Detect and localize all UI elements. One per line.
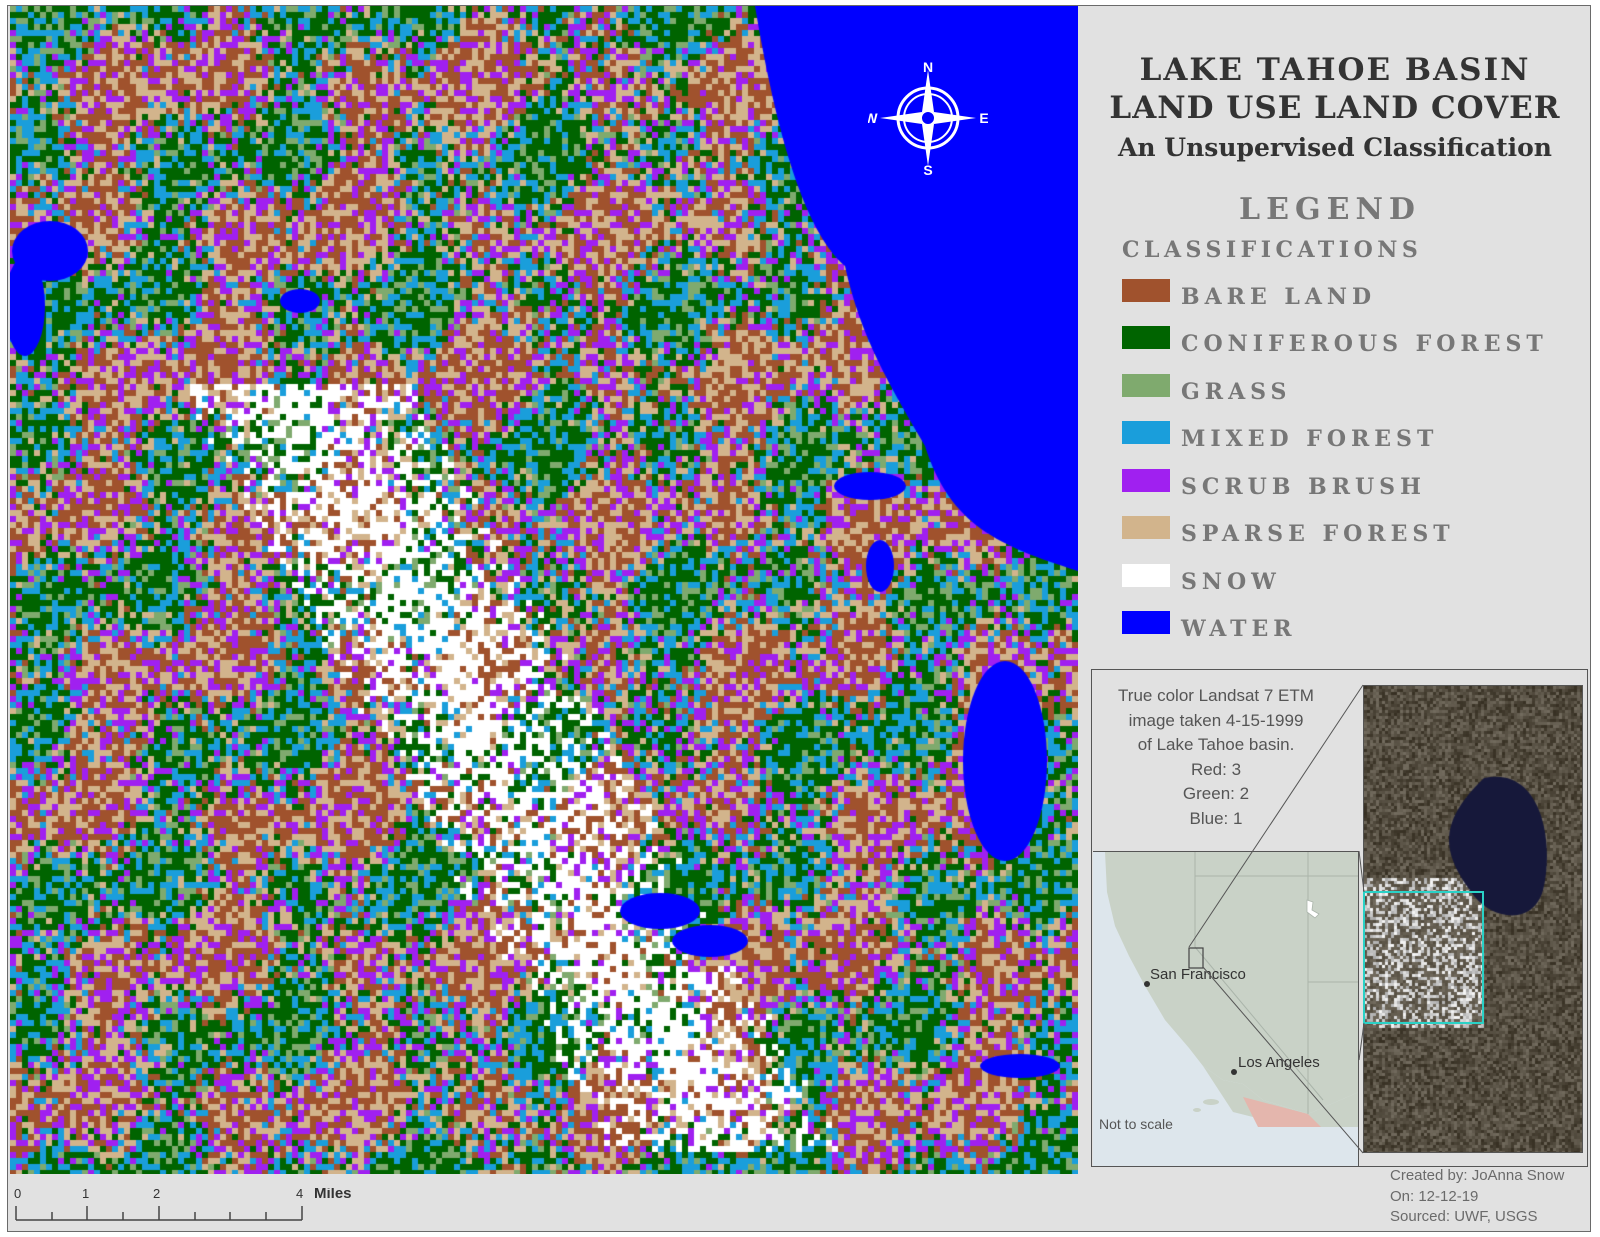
- legend-subtitle: CLASSIFICATIONS: [1122, 237, 1423, 263]
- credits: Created by: JoAnna Snow On: 12-12-19 Sou…: [1390, 1166, 1564, 1228]
- legend-swatch: [1122, 469, 1170, 492]
- landsat-true-color-image: [1363, 685, 1583, 1153]
- legend-label: CONIFEROUS FOREST: [1181, 331, 1548, 357]
- legend-label: SCRUB BRUSH: [1181, 474, 1426, 500]
- legend-swatch: [1122, 421, 1170, 444]
- credit-source: Sourced: UWF, USGS: [1390, 1208, 1538, 1225]
- compass-e: E: [979, 110, 988, 126]
- not-to-scale-note: Not to scale: [1099, 1116, 1173, 1132]
- classification-raster: [10, 6, 1078, 1174]
- legend-label: SPARSE FOREST: [1181, 521, 1455, 547]
- legend-swatch: [1122, 279, 1170, 302]
- legend-title: LEGEND: [1239, 192, 1421, 227]
- inset-line: Green: 2: [1182, 784, 1250, 803]
- legend-swatch: [1122, 374, 1170, 397]
- compass-s: S: [923, 162, 932, 178]
- city-label-san-francisco: San Francisco: [1150, 966, 1246, 983]
- credit-author: Created by: JoAnna Snow: [1390, 1167, 1565, 1184]
- legend-swatch: [1122, 611, 1170, 634]
- city-label-los-angeles: Los Angeles: [1238, 1054, 1320, 1071]
- compass-w: W: [868, 110, 878, 126]
- land-cover-map[interactable]: N S W E: [10, 6, 1078, 1174]
- scale-tick-4: 4: [296, 1188, 303, 1201]
- legend-swatch: [1122, 516, 1170, 539]
- scale-unit: Miles: [314, 1188, 352, 1202]
- scale-tick-0: 0: [14, 1188, 21, 1201]
- legend-label: GRASS: [1181, 379, 1292, 405]
- inset-line: True color Landsat 7 ETM: [1118, 686, 1314, 705]
- scale-tick-2: 2: [153, 1188, 160, 1201]
- map-title-line-2: LAND USE LAND COVER: [1109, 90, 1561, 126]
- legend-label: SNOW: [1181, 569, 1281, 595]
- legend-swatch: [1122, 326, 1170, 349]
- credit-date: On: 12-12-19: [1390, 1187, 1479, 1205]
- inset-line: Blue: 1: [1189, 808, 1243, 828]
- inset-line: Red: 3: [1190, 759, 1242, 779]
- legend-label: BARE LAND: [1181, 284, 1377, 310]
- legend-label: WATER: [1181, 616, 1297, 642]
- locator-map-graphic: San Francisco Los Angeles Not to scale: [1093, 852, 1358, 1166]
- scale-tick-1: 1: [82, 1188, 89, 1201]
- map-subtitle: An Unsupervised Classification: [1118, 133, 1552, 162]
- map-title-line-1: LAKE TAHOE BASIN: [1139, 52, 1531, 88]
- locator-map: San Francisco Los Angeles Not to scale: [1093, 851, 1359, 1166]
- compass-n: N: [923, 59, 933, 75]
- legend-label: MIXED FOREST: [1181, 426, 1439, 452]
- inset-description: True color Landsat 7 ETM image taken 4-1…: [1096, 684, 1336, 831]
- scale-bar: 0 1 2 4 Miles: [14, 1188, 352, 1221]
- north-arrow-icon: N S W E: [868, 59, 988, 178]
- legend-swatch: [1122, 564, 1170, 587]
- landsat-raster: [1364, 686, 1582, 1152]
- inset-line: image taken 4-15-1999: [1128, 710, 1304, 730]
- inset-line: of Lake Tahoe basin.: [1137, 735, 1295, 754]
